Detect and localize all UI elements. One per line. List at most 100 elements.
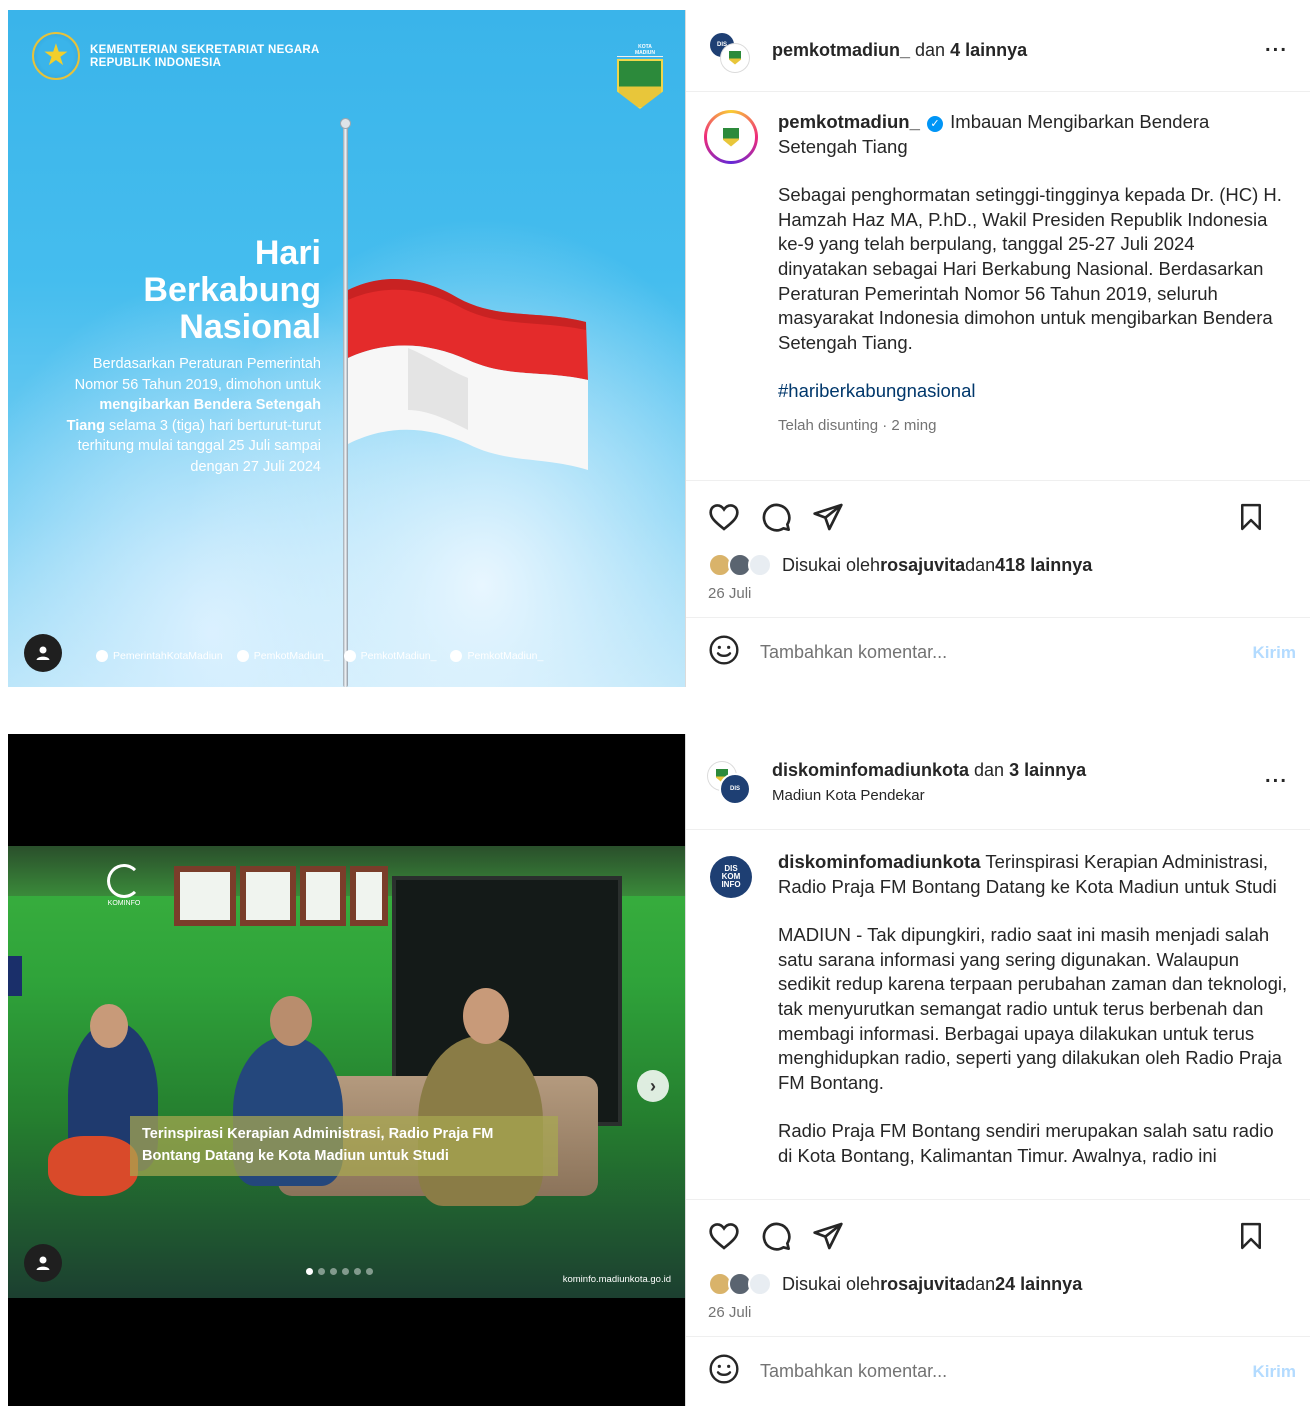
caption-username[interactable]: pemkotmadiun_ [778, 111, 920, 132]
tagged-users-button[interactable] [24, 1244, 62, 1282]
post-2: KOMINFO Terinspirasi Kerapian Administra… [8, 734, 1310, 1406]
post-2-media[interactable]: KOMINFO Terinspirasi Kerapian Administra… [8, 734, 685, 1406]
action-bar [686, 1200, 1310, 1272]
caption-body: MADIUN - Tak dipungkiri, radio saat ini … [778, 924, 1288, 1093]
avatar: DIS [719, 772, 751, 805]
share-icon[interactable] [812, 1220, 844, 1252]
threads-icon [450, 650, 463, 662]
photo-person-head [270, 996, 312, 1046]
likes-joiner: dan [965, 1273, 996, 1294]
post-date[interactable]: 26 Juli [686, 1296, 1310, 1336]
comment-icon[interactable] [760, 501, 792, 533]
like-icon[interactable] [708, 501, 740, 533]
post-authors[interactable]: pemkotmadiun_ dan 4 lainnya [772, 40, 1027, 61]
avatar [721, 43, 749, 72]
instagram-handle: PemkotMadiun_ [236, 650, 330, 662]
office-photo: KOMINFO Terinspirasi Kerapian Administra… [8, 846, 685, 1298]
carousel-dot [318, 1268, 325, 1275]
collab-avatars[interactable]: DIS [708, 761, 751, 805]
kominfo-logo-icon [107, 864, 141, 898]
user-icon [36, 1256, 50, 1270]
org-line-2: REPUBLIK INDONESIA [90, 57, 222, 69]
tagged-users-button[interactable] [24, 634, 62, 672]
verified-badge-icon: ✓ [927, 116, 943, 132]
carousel-dot [366, 1268, 373, 1275]
collaborators-link[interactable]: 4 lainnya [950, 40, 1027, 60]
likes-prefix: Disukai oleh [782, 1273, 881, 1294]
photo-person-head [463, 988, 509, 1044]
send-comment-button[interactable]: Kirim [1253, 643, 1296, 663]
caption-text: pemkotmadiun_ ✓ Imbauan Mengibarkan Bend… [778, 110, 1288, 480]
social-label: PemerintahKotaMadiun [113, 650, 223, 662]
caption-meta: Telah disunting · 2 ming [778, 416, 937, 434]
author-joiner: dan [910, 40, 951, 60]
carousel-dots [306, 1268, 373, 1275]
more-options-icon[interactable]: ··· [1265, 39, 1288, 62]
instagram-icon [236, 650, 249, 662]
avatar [748, 553, 772, 577]
liker-avatars [708, 1272, 778, 1296]
likes-count[interactable]: 418 lainnya [995, 555, 1092, 576]
caption-body: Radio Praja FM Bontang sendiri merupakan… [778, 1120, 1274, 1166]
comment-icon[interactable] [760, 1220, 792, 1252]
post-1-media[interactable]: ★ KEMENTERIAN SEKRETARIAT NEGARA REPUBLI… [8, 10, 685, 687]
avatar: DIS KOM INFO [710, 856, 752, 898]
post-header: DIS diskominfomadiunkota dan 3 lainnya M… [686, 734, 1310, 830]
emoji-icon[interactable] [708, 1353, 740, 1390]
location-link[interactable]: Madiun Kota Pendekar [772, 787, 1086, 804]
carousel-dot [330, 1268, 337, 1275]
carousel-dot [354, 1268, 361, 1275]
author-username[interactable]: diskominfomadiunkota [772, 760, 969, 780]
caption-avatar[interactable]: DIS KOM INFO [704, 850, 758, 904]
comment-input[interactable]: Tambahkan komentar... [760, 642, 947, 663]
likes-line: Disukai oleh rosajuvita dan 24 lainnya [686, 1272, 1310, 1296]
photo-caption-overlay: Terinspirasi Kerapian Administrasi, Radi… [130, 1116, 558, 1176]
x-icon [343, 650, 356, 662]
user-icon [36, 646, 50, 660]
caption-username[interactable]: diskominfomadiunkota [778, 851, 981, 872]
liker-avatars [708, 553, 778, 577]
caption-body: Sebagai penghormatan setinggi-tingginya … [778, 184, 1282, 353]
hashtag-link[interactable]: #hariberkabungnasional [778, 379, 1288, 404]
facebook-icon [96, 650, 108, 662]
avatar [748, 1272, 772, 1296]
save-bookmark-icon[interactable] [1236, 1220, 1266, 1252]
emoji-icon[interactable] [708, 634, 740, 671]
post-1-panel: DIS pemkotmadiun_ dan 4 lainnya ··· pemk… [685, 10, 1310, 687]
kemensetneg-logo-icon: ★ [32, 32, 80, 80]
share-icon[interactable] [812, 501, 844, 533]
avatar [707, 113, 755, 161]
like-icon[interactable] [708, 1220, 740, 1252]
liker-username[interactable]: rosajuvita [880, 555, 965, 576]
likes-prefix: Disukai oleh [782, 554, 881, 575]
post-date[interactable]: 26 Juli [686, 577, 1310, 617]
save-bookmark-icon[interactable] [1236, 501, 1266, 533]
flag-pole-cap [340, 118, 351, 129]
carousel-dot-active [306, 1268, 313, 1275]
social-label: PemkotMadiun_ [253, 650, 330, 662]
more-options-icon[interactable]: ··· [1265, 770, 1288, 793]
collaborators-link[interactable]: 3 lainnya [1009, 760, 1086, 780]
kominfo-logo: KOMINFO [104, 864, 144, 907]
post-1: ★ KEMENTERIAN SEKRETARIAT NEGARA REPUBLI… [8, 10, 1310, 687]
poster-socials: PemerintahKotaMadiun PemkotMadiun_ Pemko… [96, 650, 543, 662]
caption-avatar[interactable] [704, 110, 758, 164]
collab-avatars[interactable]: DIS [708, 30, 749, 72]
poster-desc-part-1: Berdasarkan Peraturan Pemerintah Nomor 5… [74, 356, 321, 393]
liker-username[interactable]: rosajuvita [880, 1274, 965, 1295]
send-comment-button[interactable]: Kirim [1253, 1362, 1296, 1382]
likes-count[interactable]: 24 lainnya [995, 1274, 1082, 1295]
poster-title-line-2: Berkabung [143, 271, 321, 309]
kominfo-label: KOMINFO [107, 900, 141, 907]
org-name: KEMENTERIAN SEKRETARIAT NEGARA REPUBLIK … [90, 44, 320, 70]
post-authors[interactable]: diskominfomadiunkota dan 3 lainnya [772, 760, 1086, 781]
comment-input[interactable]: Tambahkan komentar... [760, 1361, 947, 1382]
poster-desc-part-2: selama 3 (tiga) hari berturut-turut terh… [77, 417, 321, 475]
photo-person-head [90, 1004, 128, 1048]
caption-section: pemkotmadiun_ ✓ Imbauan Mengibarkan Bend… [686, 92, 1310, 481]
social-label: PemkotMadiun_ [467, 650, 544, 662]
action-bar [686, 481, 1310, 553]
next-slide-button[interactable]: › [637, 1070, 669, 1102]
org-line-1: KEMENTERIAN SEKRETARIAT NEGARA [90, 44, 320, 56]
author-username[interactable]: pemkotmadiun_ [772, 40, 910, 60]
